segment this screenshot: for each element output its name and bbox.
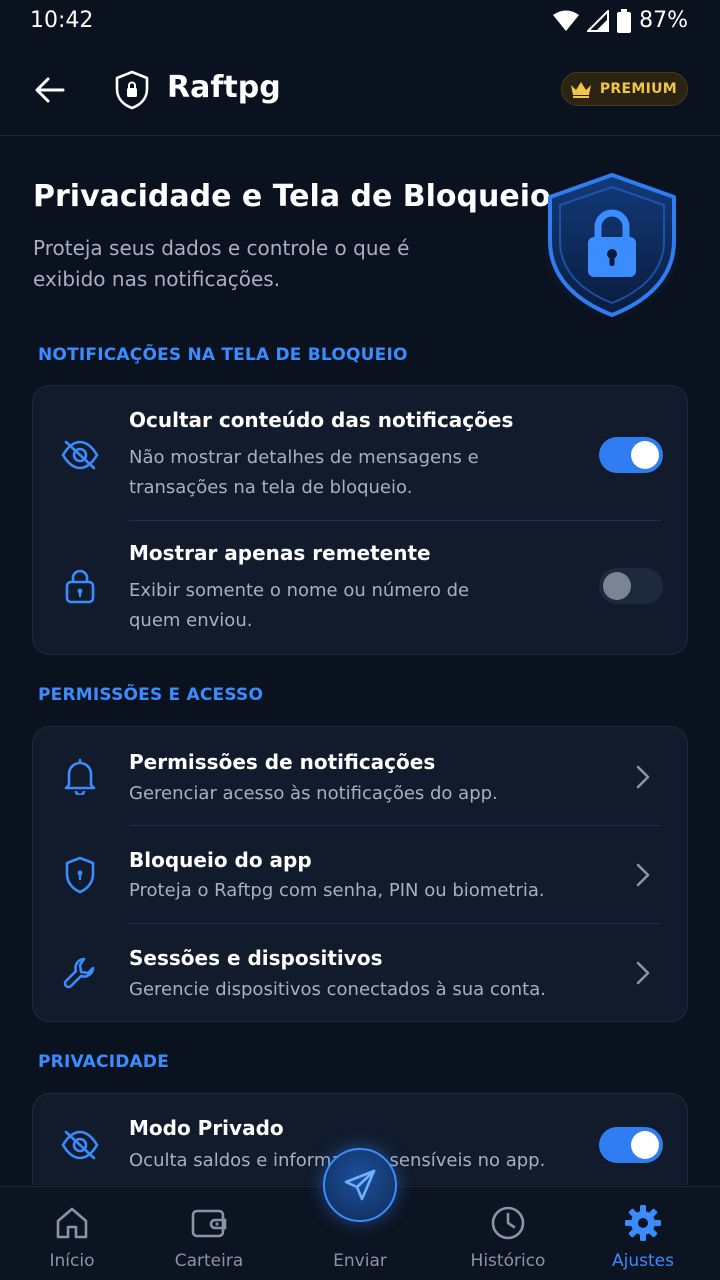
wallet-icon [189, 1203, 229, 1243]
toggle-knob [603, 572, 631, 600]
chevron-right-icon [631, 961, 655, 985]
nav-label: Histórico [470, 1251, 546, 1271]
shield-icon [59, 854, 101, 896]
shield-lock-icon [115, 70, 149, 110]
nav-label: Ajustes [612, 1251, 674, 1271]
sender-only-toggle[interactable] [599, 568, 663, 604]
crown-icon [570, 82, 591, 98]
arrow-left-icon [35, 77, 65, 103]
setting-description: Gerenciar acesso às notificações do app. [129, 783, 498, 804]
wrench-icon [59, 952, 101, 994]
setting-description: Proteja o Raftpg com senha, PIN ou biome… [129, 880, 545, 901]
toggle-knob [631, 441, 659, 469]
permissions-card: Permissões de notificações Gerenciar ace… [32, 726, 688, 1022]
setting-title: Bloqueio do app [129, 848, 312, 872]
lock-icon [59, 565, 101, 607]
nav-item-inicio[interactable]: Início [0, 1187, 144, 1280]
private-mode-toggle[interactable] [599, 1127, 663, 1163]
setting-app-lock[interactable]: Bloqueio do app Proteja o Raftpg com sen… [33, 826, 689, 924]
hide-content-toggle[interactable] [599, 437, 663, 473]
page-subtitle: Proteja seus dados e controle o que é ex… [33, 236, 410, 291]
status-bar: 10:42 87% [0, 0, 720, 44]
setting-title: Mostrar apenas remetente [129, 541, 431, 565]
settings-content[interactable]: Privacidade e Tela de Bloqueio Proteja s… [0, 137, 720, 1185]
section-title-lock-screen: NOTIFICAÇÕES NA TELA DE BLOQUEIO [38, 345, 408, 365]
wifi-icon [553, 10, 580, 31]
nav-item-historico[interactable]: Histórico [436, 1187, 580, 1280]
page-title: Privacidade e Tela de Bloqueio [33, 179, 551, 214]
back-button[interactable] [28, 68, 72, 112]
signal-icon [587, 9, 610, 32]
nav-label: Início [49, 1251, 95, 1271]
clock-icon [488, 1203, 528, 1243]
setting-description: Gerencie dispositivos conectados à sua c… [129, 979, 546, 1000]
setting-sessions-devices[interactable]: Sessões e dispositivos Gerencie disposit… [33, 924, 689, 1022]
eye-off-icon [59, 1124, 101, 1166]
send-icon [344, 1169, 376, 1201]
app-bar: Raftpg PREMIUM [0, 44, 720, 136]
nav-item-carteira[interactable]: Carteira [137, 1187, 281, 1280]
hero-section: Privacidade e Tela de Bloqueio Proteja s… [0, 137, 720, 337]
eye-off-icon [59, 434, 101, 476]
premium-badge[interactable]: PREMIUM [560, 72, 688, 106]
setting-description: Exibir somente o nome ou número de quem … [129, 580, 470, 631]
app-name: Raftpg [167, 70, 281, 105]
status-icons: 87% [553, 8, 688, 33]
setting-title: Permissões de notificações [129, 750, 436, 774]
setting-show-sender-only[interactable]: Mostrar apenas remetente Exibir somente … [33, 521, 689, 655]
send-button[interactable] [323, 1148, 397, 1222]
setting-title: Sessões e dispositivos [129, 946, 383, 970]
section-title-permissions: PERMISSÕES E ACESSO [38, 685, 264, 705]
setting-notification-permissions[interactable]: Permissões de notificações Gerenciar ace… [33, 727, 689, 825]
home-icon [52, 1203, 92, 1243]
gear-icon [623, 1203, 663, 1243]
bell-icon [59, 755, 101, 797]
section-title-privacy: PRIVACIDADE [38, 1052, 170, 1072]
setting-description: Não mostrar detalhes de mensagens e tran… [129, 447, 479, 498]
status-time: 10:42 [30, 8, 94, 33]
toggle-knob [631, 1131, 659, 1159]
chevron-right-icon [631, 765, 655, 789]
battery-percent: 87% [639, 8, 688, 33]
shield-lock-illustration-icon [542, 173, 682, 317]
nav-label: Carteira [174, 1251, 244, 1271]
chevron-right-icon [631, 863, 655, 887]
setting-hide-notification-content[interactable]: Ocultar conteúdo das notificações Não mo… [33, 386, 689, 520]
nav-label: Enviar [333, 1251, 387, 1271]
battery-icon [617, 8, 632, 33]
premium-label: PREMIUM [599, 81, 677, 97]
setting-title: Modo Privado [129, 1116, 284, 1140]
lock-screen-card: Ocultar conteúdo das notificações Não mo… [32, 385, 688, 655]
setting-title: Ocultar conteúdo das notificações [129, 408, 514, 432]
nav-item-ajustes[interactable]: Ajustes [571, 1187, 715, 1280]
